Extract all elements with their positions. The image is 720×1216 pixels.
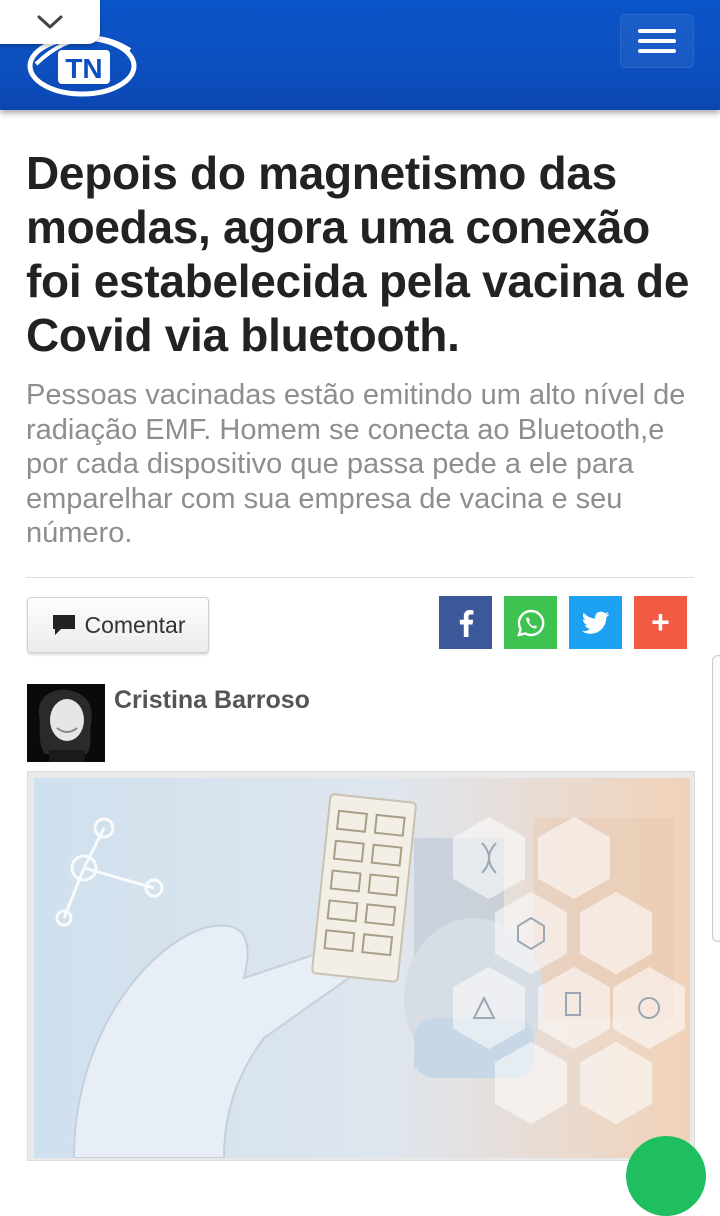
whatsapp-icon [516,609,544,637]
article-image [27,771,695,1161]
twitter-icon [581,611,609,634]
facebook-icon [459,609,473,637]
share-twitter-button[interactable] [569,596,622,649]
whatsapp-floating-button[interactable] [626,1136,706,1216]
plus-icon: + [651,604,670,640]
site-header: TN [0,0,720,110]
menu-bar [638,39,676,43]
speech-bubble-icon [52,615,75,635]
article-title: Depois do magnetismo das moedas, agora u… [26,147,690,361]
menu-bar [638,49,676,53]
lab-scientist-photo [34,778,690,1158]
divider [26,577,694,578]
comment-label: Comentar [84,611,186,638]
scroll-handle[interactable] [712,655,720,942]
hamburger-menu-icon[interactable] [620,14,694,68]
article-subtitle: Pessoas vacinadas estão emitindo um alto… [26,379,686,549]
author-name[interactable]: Cristina Barroso [114,686,310,715]
share-more-button[interactable]: + [634,596,687,649]
comment-button[interactable]: Comentar [27,597,209,653]
share-whatsapp-button[interactable] [504,596,557,649]
logo-text: TN [65,53,102,84]
share-facebook-button[interactable] [439,596,492,649]
chevron-down-icon [37,15,63,29]
author-avatar[interactable] [27,684,105,762]
menu-bar [638,29,676,33]
author-portrait [27,684,105,762]
collapse-toolbar-button[interactable] [0,0,100,44]
